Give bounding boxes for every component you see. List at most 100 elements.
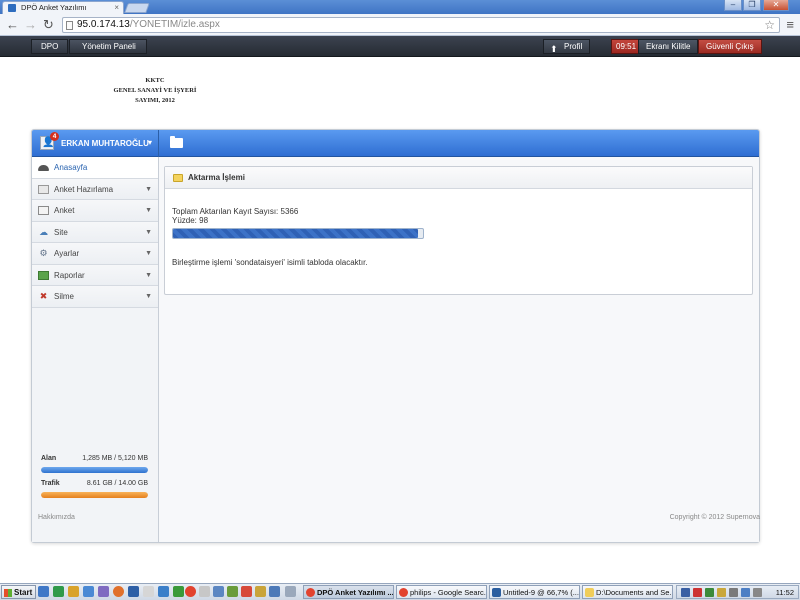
taskbar-item-label: D:\Documents and Se... bbox=[596, 588, 673, 597]
tray-app-icon[interactable] bbox=[741, 588, 750, 597]
minimize-button[interactable]: – bbox=[724, 0, 742, 11]
quicklaunch-icon[interactable] bbox=[269, 586, 280, 597]
user-menu-caret-icon[interactable]: ▾ bbox=[148, 138, 152, 147]
quicklaunch-icon[interactable] bbox=[98, 586, 109, 597]
notification-badge[interactable]: 4 bbox=[50, 132, 59, 141]
language-icon[interactable] bbox=[681, 588, 690, 597]
card-title: Aktarma İşlemi bbox=[188, 173, 245, 182]
firefox-icon[interactable] bbox=[113, 586, 124, 597]
maximize-button[interactable]: ❐ bbox=[743, 0, 761, 11]
logout-button[interactable]: Güvenli Çıkış bbox=[698, 39, 762, 54]
page-icon bbox=[66, 21, 73, 30]
taskbar-item-label: philips - Google Searc... bbox=[410, 588, 487, 597]
taskbar-item-label: DPÖ Anket Yazılımı ... bbox=[317, 588, 394, 597]
census-line-3: SAYIMI, 2012 bbox=[135, 97, 175, 104]
browser-tabstrip: DPÖ Anket Yazılımı × – ❐ ✕ bbox=[0, 0, 800, 14]
quicklaunch-icon[interactable] bbox=[173, 586, 184, 597]
content-area: Aktarma İşlemi Toplam Aktarılan Kayıt Sa… bbox=[159, 157, 759, 542]
wrench-menu-icon[interactable]: ≡ bbox=[786, 17, 794, 32]
copyright-text: Copyright © 2012 Supernova bbox=[669, 514, 760, 521]
sidebar-item-label: Ayarlar bbox=[54, 249, 80, 258]
merge-info-text: Birleştirme işlemi 'sondataisyeri' isiml… bbox=[172, 258, 368, 267]
sidebar-item-label: Anasayfa bbox=[54, 163, 88, 172]
user-name[interactable]: ERKAN MUHTAROĞLU bbox=[61, 139, 149, 148]
taskbar-clock[interactable]: 11:52 bbox=[776, 587, 794, 598]
tray-app-icon[interactable] bbox=[693, 588, 702, 597]
sidebar-item-delete[interactable]: ✖ Silme ▼ bbox=[32, 286, 158, 308]
windows-taskbar: Start DPÖ Anket Yazılımı ... philips - G… bbox=[0, 583, 800, 600]
chrome-icon[interactable] bbox=[185, 586, 196, 597]
sidebar-item-home[interactable]: Anasayfa bbox=[32, 157, 158, 179]
delete-icon: ✖ bbox=[39, 291, 48, 301]
report-icon bbox=[38, 270, 49, 280]
sidebar-item-settings[interactable]: ⚙ Ayarlar ▼ bbox=[32, 243, 158, 265]
quicklaunch-icon[interactable] bbox=[285, 586, 296, 597]
profile-button[interactable]: ⬆ Profil bbox=[543, 39, 591, 54]
start-button[interactable]: Start bbox=[1, 585, 37, 599]
tray-app-icon[interactable] bbox=[717, 588, 726, 597]
quicklaunch-icon[interactable] bbox=[199, 586, 210, 597]
taskbar-item-chrome-dpo[interactable]: DPÖ Anket Yazılımı ... bbox=[303, 585, 394, 599]
transfer-percent: Yüzde: 98 bbox=[172, 216, 209, 225]
sidebar-item-survey[interactable]: Anket ▼ bbox=[32, 200, 158, 222]
chevron-down-icon: ▼ bbox=[145, 250, 152, 257]
new-tab-button[interactable] bbox=[124, 3, 150, 13]
start-label: Start bbox=[14, 588, 33, 597]
quicklaunch-icon[interactable] bbox=[255, 586, 266, 597]
tray-app-icon[interactable] bbox=[705, 588, 714, 597]
sidebar-item-label: Anket Hazırlama bbox=[54, 184, 114, 194]
quicklaunch-icon[interactable] bbox=[83, 586, 94, 597]
quicklaunch-icon[interactable] bbox=[68, 586, 79, 597]
sidebar: Anasayfa Anket Hazırlama ▼ Anket ▼ ☁ Sit… bbox=[32, 157, 159, 542]
transfer-count: Toplam Aktarılan Kayıt Sayısı: 5366 bbox=[172, 207, 299, 216]
usage-stats: Alan 1,285 MB / 5,120 MB Trafik 8.61 GB … bbox=[41, 455, 148, 505]
system-tray: 11:52 bbox=[676, 585, 799, 599]
sidebar-item-reports[interactable]: Raporlar ▼ bbox=[32, 264, 158, 286]
main-panel: 👤 4 ERKAN MUHTAROĞLU ▾ Anasayfa Anket Ha… bbox=[31, 129, 760, 543]
tab-close-icon[interactable]: × bbox=[114, 3, 119, 12]
census-line-2: GENEL SANAYİ VE İŞYERİ bbox=[113, 87, 197, 94]
taskbar-item-explorer[interactable]: D:\Documents and Se... bbox=[582, 585, 673, 599]
back-arrow-icon[interactable]: ← bbox=[6, 18, 19, 31]
quicklaunch-icon[interactable] bbox=[143, 586, 154, 597]
space-usage-fill bbox=[41, 467, 148, 473]
traffic-value: 8.61 GB / 14.00 GB bbox=[86, 480, 148, 487]
quicklaunch-icon[interactable] bbox=[38, 586, 49, 597]
breadcrumb-admin-panel[interactable]: Yönetim Paneli bbox=[69, 39, 147, 54]
quicklaunch-icon[interactable] bbox=[227, 586, 238, 597]
chevron-down-icon: ▼ bbox=[145, 185, 152, 193]
quicklaunch-icon[interactable] bbox=[241, 586, 252, 597]
forward-arrow-icon[interactable]: → bbox=[24, 18, 37, 31]
lock-screen-button[interactable]: Ekranı Kilitle bbox=[638, 39, 699, 54]
space-label: Alan bbox=[41, 455, 57, 462]
card-body: Toplam Aktarılan Kayıt Sayısı: 5366 Yüzd… bbox=[172, 207, 742, 267]
address-bar[interactable]: 95.0.174.13/YONETIM/izle.aspx ☆ bbox=[62, 17, 780, 33]
volume-icon[interactable] bbox=[753, 588, 762, 597]
home-icon bbox=[38, 165, 49, 171]
chrome-icon bbox=[399, 588, 408, 597]
sidebar-item-label: Anket bbox=[54, 206, 75, 215]
admin-topbar: DPO Yönetim Paneli ⬆ Profil 09:51 Ekranı… bbox=[0, 36, 800, 57]
folder-icon bbox=[585, 588, 594, 597]
breadcrumb-home[interactable]: DPO bbox=[31, 39, 69, 54]
taskbar-item-chrome-google[interactable]: philips - Google Searc... bbox=[396, 585, 487, 599]
quicklaunch-icon[interactable] bbox=[53, 586, 64, 597]
url-path: /YONETIM/izle.aspx bbox=[129, 19, 220, 30]
quicklaunch-icon[interactable] bbox=[213, 586, 224, 597]
bookmark-star-icon[interactable]: ☆ bbox=[764, 18, 775, 32]
browser-tab[interactable]: DPÖ Anket Yazılımı × bbox=[2, 1, 124, 14]
space-usage-row: Alan 1,285 MB / 5,120 MB bbox=[41, 455, 148, 465]
reload-icon[interactable]: ↻ bbox=[43, 18, 54, 31]
sidebar-item-survey-prep[interactable]: Anket Hazırlama ▼ bbox=[32, 178, 158, 200]
quicklaunch-icon[interactable] bbox=[128, 586, 139, 597]
close-window-button[interactable]: ✕ bbox=[763, 0, 789, 11]
folder-icon bbox=[173, 174, 183, 182]
taskbar-item-photoshop[interactable]: Untitled-9 @ 66,7% (... bbox=[489, 585, 580, 599]
quicklaunch-icon[interactable] bbox=[158, 586, 169, 597]
about-link[interactable]: Hakkımızda bbox=[38, 514, 75, 521]
network-icon[interactable] bbox=[729, 588, 738, 597]
sidebar-item-site[interactable]: ☁ Site ▼ bbox=[32, 221, 158, 243]
site-favicon-icon bbox=[8, 4, 16, 12]
folder-icon[interactable] bbox=[170, 136, 183, 148]
user-icon: ⬆ bbox=[550, 44, 558, 54]
